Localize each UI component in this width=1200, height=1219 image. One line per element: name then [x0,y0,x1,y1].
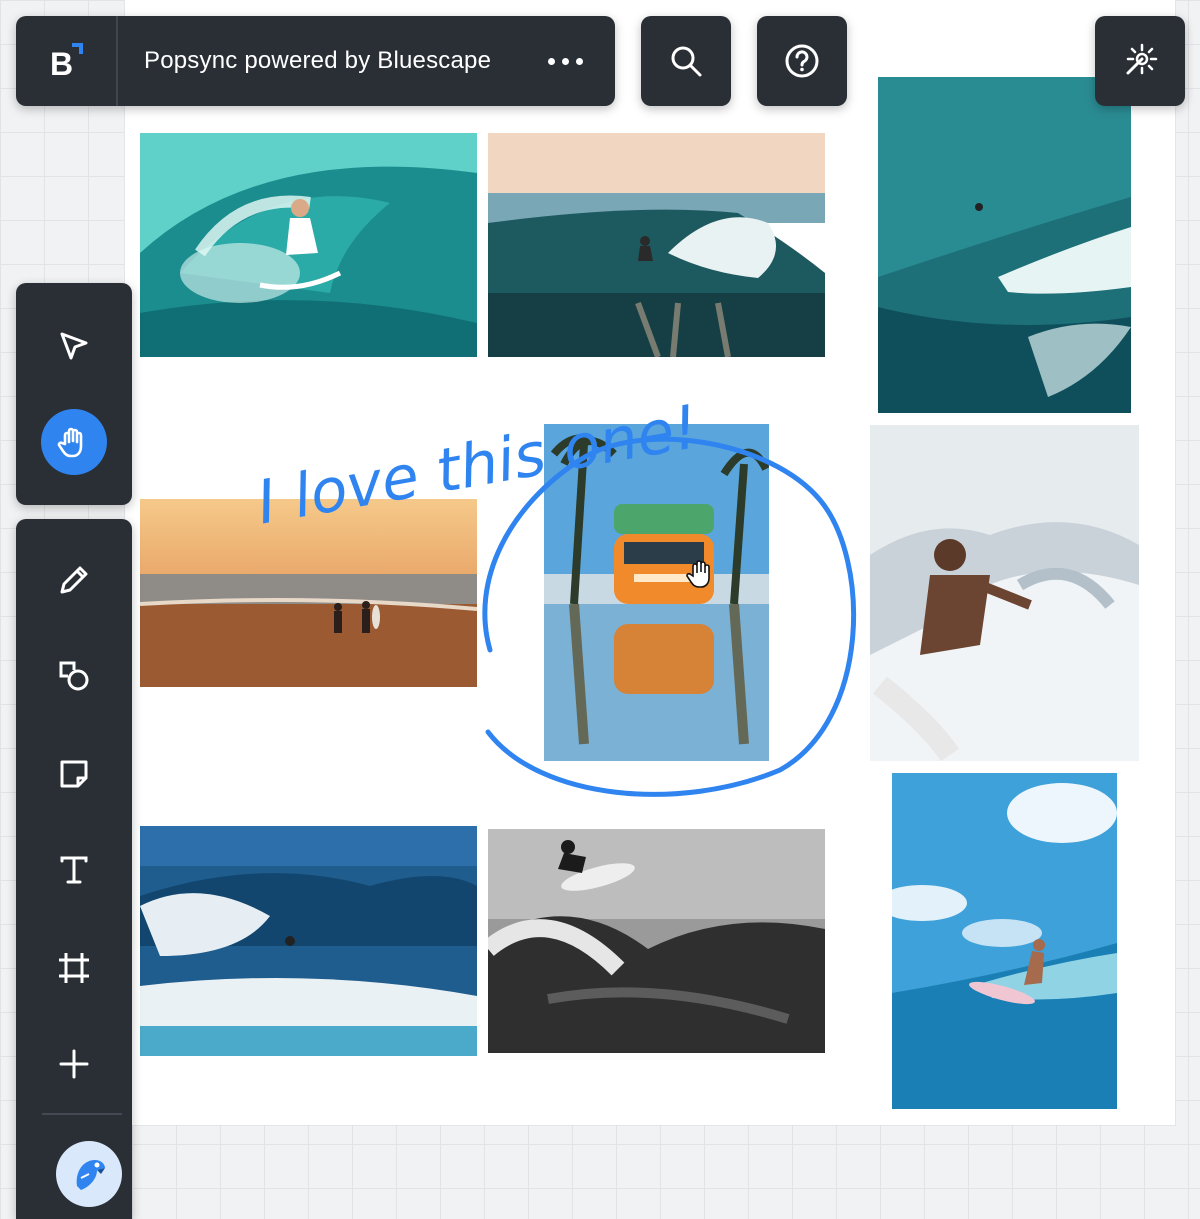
more-dot [562,57,569,65]
top-bar: B Popsync powered by Bluescape [16,16,615,106]
pencil-icon [60,566,88,594]
image-surfer-spray[interactable] [870,425,1139,761]
pencil-tool-button[interactable] [16,545,132,615]
text-icon [60,856,88,884]
add-tool-button[interactable] [16,1029,132,1099]
hand-cursor-icon [686,560,710,588]
sparkle-wand-icon [1126,43,1158,75]
image-bw-aerial[interactable] [488,829,825,1053]
svg-text:B: B [50,46,73,81]
user-avatar[interactable] [56,1141,122,1207]
text-tool-button[interactable] [16,835,132,905]
frame-tool-button[interactable] [16,933,132,1003]
image-surfer-dusk[interactable] [488,133,825,357]
pan-tool-button[interactable] [16,407,132,477]
sticky-note-tool-button[interactable] [16,739,132,809]
more-dot [576,57,583,65]
frame-crop-icon [59,953,89,983]
image-surfer-barrel[interactable] [140,133,477,357]
more-horizontal-icon [548,57,555,65]
image-blue-wave[interactable] [140,826,477,1056]
magic-tools-button[interactable] [1095,16,1185,106]
sticky-note-icon [60,760,88,788]
bluescape-logo-icon: B [50,43,83,81]
navigation-toolbar [16,283,132,505]
search-button[interactable] [641,16,731,106]
help-button[interactable] [757,16,847,106]
plus-icon [59,1049,89,1079]
more-options-button[interactable] [548,46,583,76]
pointer-arrow-icon [60,332,88,360]
image-surfer-blue-sky[interactable] [892,773,1117,1109]
help-circle-icon [785,44,819,78]
shapes-tool-button[interactable] [16,641,132,711]
app-title: Popsync powered by Bluescape [144,47,492,74]
bluescape-logo[interactable]: B [16,16,118,106]
hand-icon [57,427,83,458]
shapes-icon [59,661,89,691]
toolbar-divider [42,1113,122,1115]
image-aerial-wave[interactable] [878,77,1131,413]
pan-tool-active [41,409,107,475]
search-icon [671,46,702,77]
image-beach-sunset[interactable] [140,499,477,687]
creation-toolbar [16,519,132,1219]
select-tool-button[interactable] [16,311,132,381]
image-orange-van[interactable] [544,424,769,761]
parrot-avatar-icon [76,1160,105,1190]
